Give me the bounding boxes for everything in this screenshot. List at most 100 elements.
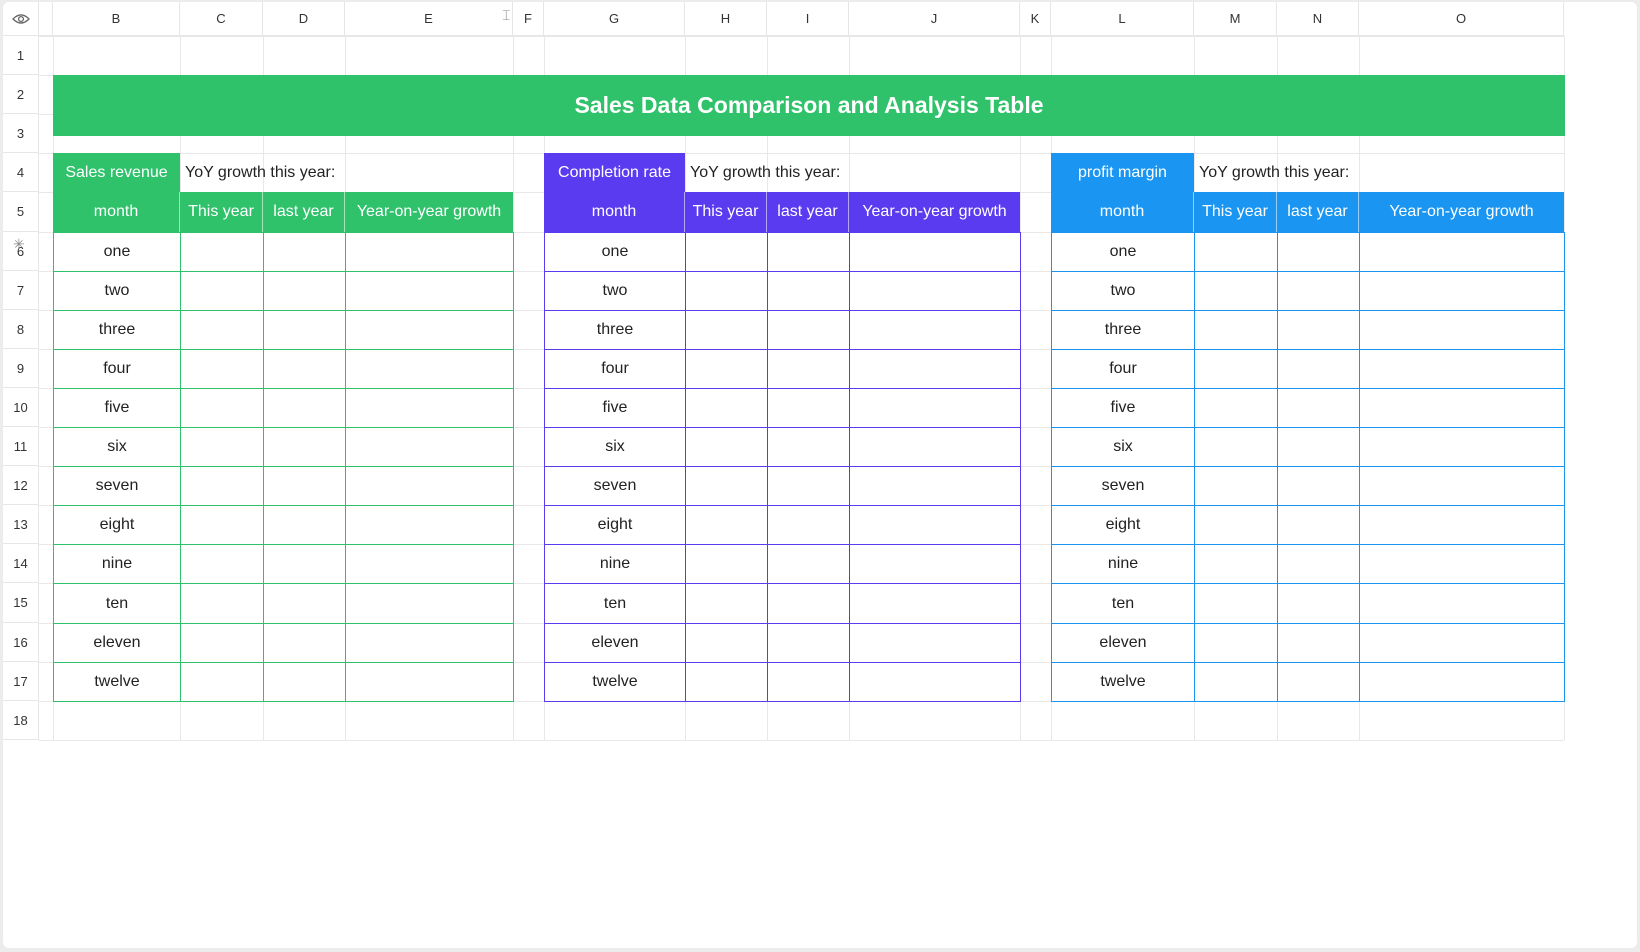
month-cell[interactable]: two xyxy=(53,271,181,311)
data-cell[interactable] xyxy=(263,662,346,702)
column-title[interactable]: month xyxy=(53,192,180,232)
data-cell[interactable] xyxy=(345,623,514,663)
data-cell[interactable] xyxy=(345,505,514,545)
data-cell[interactable] xyxy=(263,544,346,584)
data-cell[interactable] xyxy=(1194,271,1278,311)
table-label-0[interactable]: Sales revenue xyxy=(53,153,180,192)
data-cell[interactable] xyxy=(1359,466,1565,506)
data-cell[interactable] xyxy=(263,310,346,350)
data-cell[interactable] xyxy=(263,427,346,467)
data-cell[interactable] xyxy=(180,623,264,663)
row-header-16[interactable]: 16 xyxy=(3,623,39,662)
row-header-12[interactable]: 12 xyxy=(3,466,39,505)
data-cell[interactable] xyxy=(767,544,850,584)
column-header-m[interactable]: M xyxy=(1194,2,1277,36)
data-cell[interactable] xyxy=(180,544,264,584)
data-cell[interactable] xyxy=(263,505,346,545)
data-cell[interactable] xyxy=(849,623,1021,663)
data-cell[interactable] xyxy=(263,349,346,389)
month-cell[interactable]: four xyxy=(1051,349,1195,389)
data-cell[interactable] xyxy=(685,388,768,428)
eye-icon[interactable] xyxy=(3,2,39,36)
data-cell[interactable] xyxy=(263,583,346,624)
row-header-10[interactable]: 10 xyxy=(3,388,39,427)
month-cell[interactable]: five xyxy=(1051,388,1195,428)
month-cell[interactable]: one xyxy=(1051,232,1195,272)
data-cell[interactable] xyxy=(345,662,514,702)
column-title[interactable]: Year-on-year growth xyxy=(1359,192,1564,232)
data-cell[interactable] xyxy=(685,349,768,389)
data-cell[interactable] xyxy=(1194,427,1278,467)
data-cell[interactable] xyxy=(767,505,850,545)
data-cell[interactable] xyxy=(1359,310,1565,350)
row-header-2[interactable]: 2 xyxy=(3,75,39,114)
data-cell[interactable] xyxy=(849,271,1021,311)
data-cell[interactable] xyxy=(767,466,850,506)
data-cell[interactable] xyxy=(849,662,1021,702)
data-cell[interactable] xyxy=(685,232,768,272)
data-cell[interactable] xyxy=(345,544,514,584)
row-resize-icon[interactable]: ✳ xyxy=(13,236,25,253)
column-header-k[interactable]: K xyxy=(1020,2,1051,36)
month-cell[interactable]: nine xyxy=(53,544,181,584)
column-title[interactable]: Year-on-year growth xyxy=(849,192,1020,232)
data-cell[interactable] xyxy=(1359,662,1565,702)
data-cell[interactable] xyxy=(1277,662,1360,702)
data-cell[interactable] xyxy=(1359,427,1565,467)
month-cell[interactable]: six xyxy=(544,427,686,467)
row-header-5[interactable]: 5 xyxy=(3,192,39,232)
month-cell[interactable]: three xyxy=(544,310,686,350)
row-header-3[interactable]: 3 xyxy=(3,114,39,153)
data-cell[interactable] xyxy=(849,427,1021,467)
data-cell[interactable] xyxy=(345,466,514,506)
month-cell[interactable]: eight xyxy=(1051,505,1195,545)
data-cell[interactable] xyxy=(345,232,514,272)
month-cell[interactable]: eight xyxy=(53,505,181,545)
data-cell[interactable] xyxy=(1277,310,1360,350)
data-cell[interactable] xyxy=(767,623,850,663)
column-resize-icon[interactable]: ⌶ xyxy=(502,7,510,24)
month-cell[interactable]: five xyxy=(544,388,686,428)
data-cell[interactable] xyxy=(180,310,264,350)
table-label-2[interactable]: profit margin xyxy=(1051,153,1194,192)
data-cell[interactable] xyxy=(1194,466,1278,506)
data-cell[interactable] xyxy=(180,349,264,389)
data-cell[interactable] xyxy=(849,388,1021,428)
data-cell[interactable] xyxy=(685,662,768,702)
data-cell[interactable] xyxy=(767,349,850,389)
data-cell[interactable] xyxy=(1194,544,1278,584)
data-cell[interactable] xyxy=(345,388,514,428)
data-cell[interactable] xyxy=(1277,232,1360,272)
data-cell[interactable] xyxy=(1194,583,1278,624)
data-cell[interactable] xyxy=(767,232,850,272)
row-header-11[interactable]: 11 xyxy=(3,427,39,466)
yoy-growth-label[interactable]: YoY growth this year: xyxy=(1194,153,1564,192)
data-cell[interactable] xyxy=(263,466,346,506)
data-cell[interactable] xyxy=(1359,583,1565,624)
data-cell[interactable] xyxy=(345,349,514,389)
month-cell[interactable]: twelve xyxy=(1051,662,1195,702)
data-cell[interactable] xyxy=(1359,271,1565,311)
data-cell[interactable] xyxy=(849,583,1021,624)
data-cell[interactable] xyxy=(180,466,264,506)
data-cell[interactable] xyxy=(685,310,768,350)
data-cell[interactable] xyxy=(263,623,346,663)
data-cell[interactable] xyxy=(1359,232,1565,272)
data-cell[interactable] xyxy=(767,427,850,467)
row-header-8[interactable]: 8 xyxy=(3,310,39,349)
month-cell[interactable]: nine xyxy=(544,544,686,584)
column-header-h[interactable]: H xyxy=(685,2,767,36)
column-header-d[interactable]: D xyxy=(263,2,345,36)
data-cell[interactable] xyxy=(180,388,264,428)
data-cell[interactable] xyxy=(180,232,264,272)
data-cell[interactable] xyxy=(685,623,768,663)
month-cell[interactable]: eleven xyxy=(53,623,181,663)
month-cell[interactable]: twelve xyxy=(53,662,181,702)
data-cell[interactable] xyxy=(849,349,1021,389)
data-cell[interactable] xyxy=(263,388,346,428)
month-cell[interactable]: ten xyxy=(1051,583,1195,624)
column-header-o[interactable]: O xyxy=(1359,2,1564,36)
sheet-title[interactable]: Sales Data Comparison and Analysis Table xyxy=(53,75,1565,136)
month-cell[interactable]: eleven xyxy=(544,623,686,663)
data-cell[interactable] xyxy=(1194,232,1278,272)
